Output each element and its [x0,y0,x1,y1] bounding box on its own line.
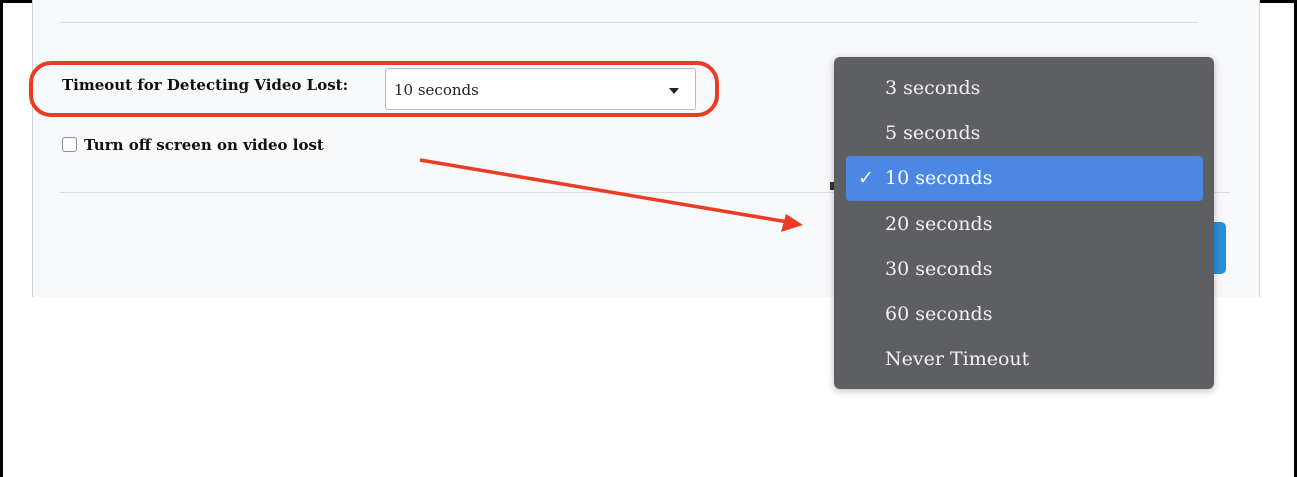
checkmark-icon: ✓ [858,167,874,189]
dropdown-option[interactable]: 20 seconds [846,202,1203,247]
dropdown-option[interactable]: 3 seconds [846,66,1203,111]
timeout-dropdown-menu: 3 seconds 5 seconds ✓ 10 seconds 20 seco… [834,57,1214,389]
dropdown-option[interactable]: Never Timeout [846,337,1203,382]
dropdown-option[interactable]: 30 seconds [846,247,1203,292]
dropdown-option-selected[interactable]: ✓ 10 seconds [846,156,1203,201]
dropdown-option[interactable]: 5 seconds [846,111,1203,156]
dropdown-option[interactable]: 60 seconds [846,292,1203,337]
